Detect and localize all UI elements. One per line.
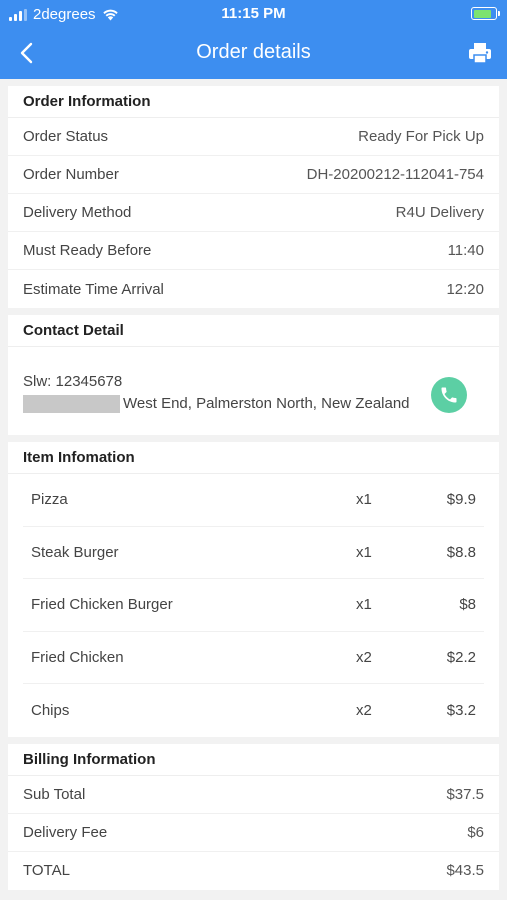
item-qty: x1 [356, 491, 372, 509]
item-qty: x1 [356, 596, 372, 614]
battery-charging-icon [471, 7, 500, 20]
list-item: Fried Chicken x2 $2.2 [23, 632, 484, 684]
contact-name-phone: Slw: 12345678 [23, 373, 123, 390]
order-number-row: Order Number DH-20200212-112041-754 [8, 156, 499, 194]
item-name: Steak Burger [31, 543, 119, 561]
status-bar: 2degrees 11:15 PM [0, 0, 507, 28]
row-value: Ready For Pick Up [358, 128, 484, 145]
must-ready-before-row: Must Ready Before 11:40 [8, 232, 499, 270]
redacted-block [23, 395, 120, 413]
printer-icon [469, 43, 491, 64]
row-label: Delivery Method [23, 204, 132, 221]
section-title: Item Infomation [8, 442, 499, 474]
item-qty: x2 [356, 701, 372, 719]
list-item: Steak Burger x1 $8.8 [23, 527, 484, 579]
billing-information-card: Billing Information Sub Total $37.5 Deli… [8, 743, 499, 890]
contact-body: Slw: 12345678 West End, Palmerston North… [8, 347, 499, 435]
delivery-method-row: Delivery Method R4U Delivery [8, 194, 499, 232]
item-price: $2.2 [446, 648, 476, 666]
item-information-card: Item Infomation Pizza x1 $9.9 Steak Burg… [8, 442, 499, 737]
row-label: Sub Total [23, 785, 86, 803]
total-row: TOTAL $43.5 [8, 852, 499, 890]
contact-detail-card: Contact Detail Slw: 12345678 West End, P… [8, 315, 499, 435]
item-price: $8.8 [446, 543, 476, 561]
row-value: 12:20 [446, 280, 484, 298]
row-label: Estimate Time Arrival [23, 280, 164, 298]
item-qty: x2 [356, 648, 372, 666]
list-item: Fried Chicken Burger x1 $8 [23, 579, 484, 632]
item-name: Pizza [31, 491, 68, 509]
item-price: $8 [459, 596, 476, 614]
print-button[interactable] [467, 40, 493, 66]
row-value: $6 [467, 823, 484, 841]
delivery-fee-row: Delivery Fee $6 [8, 814, 499, 852]
item-name: Fried Chicken Burger [31, 596, 173, 614]
item-price: $9.9 [446, 491, 476, 509]
sub-total-row: Sub Total $37.5 [8, 776, 499, 814]
row-label: Order Status [23, 128, 109, 145]
item-price: $3.2 [446, 701, 476, 719]
section-title: Billing Information [8, 744, 499, 776]
row-value: $43.5 [446, 862, 484, 879]
nav-bar: Order details [0, 28, 507, 79]
call-button[interactable] [431, 377, 467, 413]
contact-address: West End, Palmerston North, New Zealand [123, 395, 410, 412]
item-name: Chips [31, 701, 70, 719]
list-item: Chips x2 $3.2 [23, 684, 484, 737]
list-item: Pizza x1 $9.9 [23, 474, 484, 527]
contact-address-line: West End, Palmerston North, New Zealand [23, 393, 484, 415]
phone-icon [441, 387, 457, 403]
page-title: Order details [196, 41, 311, 63]
item-list: Pizza x1 $9.9 Steak Burger x1 $8.8 Fried… [8, 474, 499, 737]
item-name: Fried Chicken [31, 648, 124, 666]
status-time: 11:15 PM [221, 5, 286, 22]
order-information-card: Order Information Order Status Ready For… [8, 86, 499, 308]
section-title: Contact Detail [8, 315, 499, 347]
order-status-row: Order Status Ready For Pick Up [8, 118, 499, 156]
row-label: Order Number [23, 166, 119, 183]
section-title: Order Information [8, 86, 499, 118]
row-value: DH-20200212-112041-754 [306, 166, 484, 183]
row-value: R4U Delivery [395, 204, 484, 221]
item-qty: x1 [356, 543, 372, 561]
row-label: Must Ready Before [23, 242, 152, 259]
row-value: 11:40 [447, 242, 484, 259]
row-label: Delivery Fee [23, 823, 108, 841]
row-value: $37.5 [446, 785, 484, 803]
row-label: TOTAL [23, 862, 70, 879]
estimate-time-arrival-row: Estimate Time Arrival 12:20 [8, 270, 499, 308]
